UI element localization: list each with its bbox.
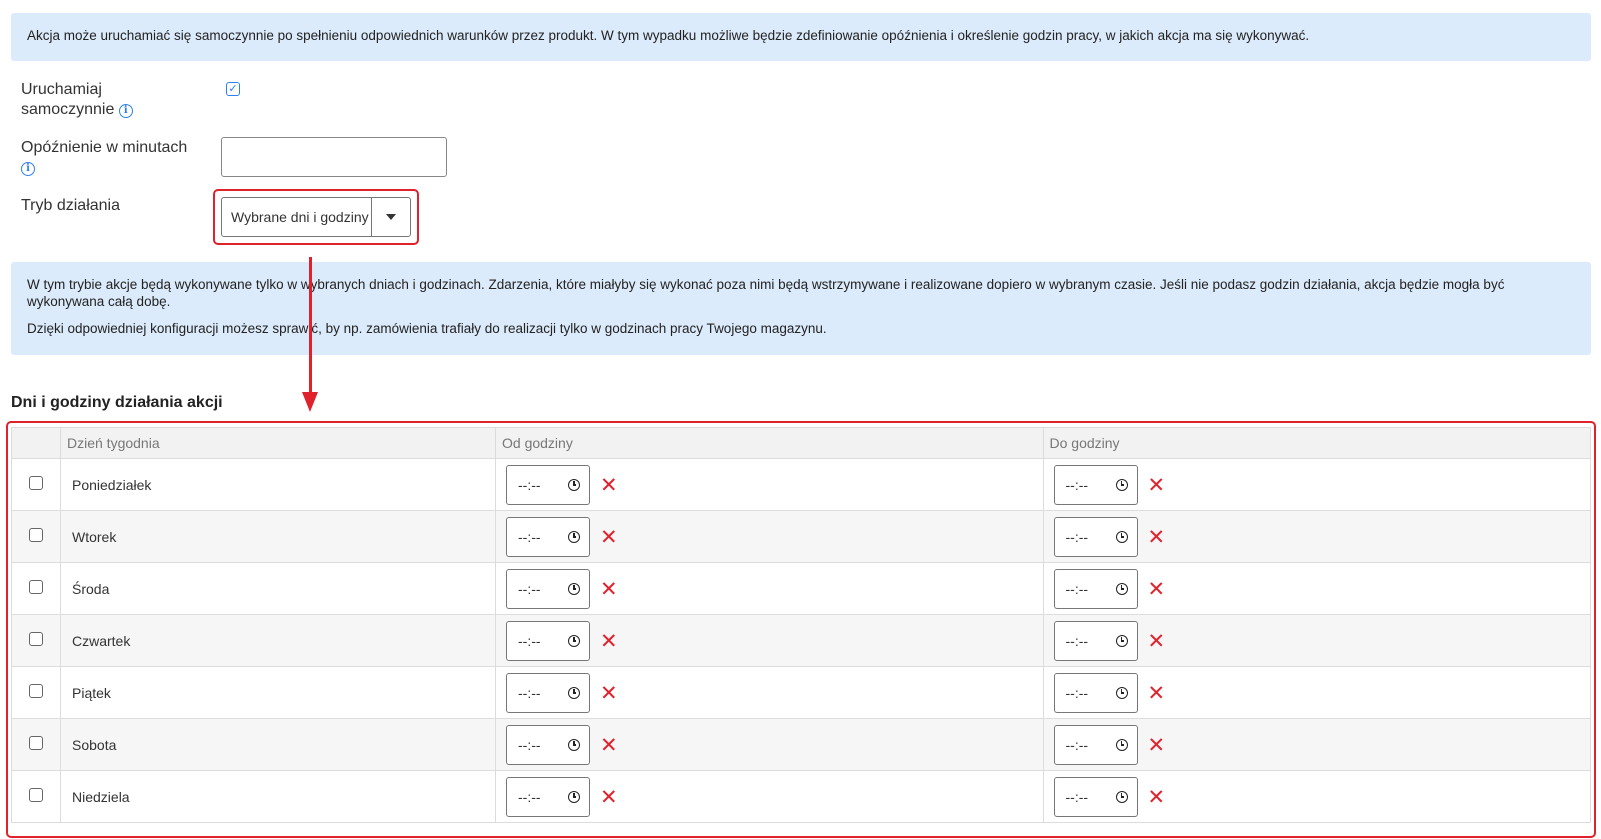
info-banner-mode: W tym trybie akcje będą wykonywane tylko… xyxy=(11,262,1591,355)
table-highlight-annotation xyxy=(6,421,1596,838)
annotation-arrow-line xyxy=(309,257,312,394)
delay-minutes-input[interactable] xyxy=(221,137,447,177)
info-mode-text-1: W tym trybie akcje będą wykonywane tylko… xyxy=(27,277,1505,309)
info-icon[interactable]: i xyxy=(118,104,133,118)
auto-run-label: Uruchamiaj samoczynnie i xyxy=(21,80,133,120)
section-title: Dni i godziny działania akcji xyxy=(11,394,223,411)
auto-run-label-line2: samoczynnie xyxy=(21,101,115,118)
auto-run-checkbox[interactable]: ✓ xyxy=(226,82,240,96)
auto-run-label-line1: Uruchamiaj xyxy=(21,81,102,98)
annotation-arrow-head xyxy=(302,392,318,412)
info-banner-auto: Akcja może uruchamiać się samoczynnie po… xyxy=(11,13,1591,61)
mode-label: Tryb działania xyxy=(21,197,121,214)
mode-dropdown[interactable]: Wybrane dni i godziny xyxy=(221,197,411,237)
mode-selected-value: Wybrane dni i godziny xyxy=(231,209,369,225)
delay-label: Opóźnienie w minutach i xyxy=(21,138,187,178)
info-banner-text: Akcja może uruchamiać się samoczynnie po… xyxy=(27,28,1310,43)
info-mode-text-2: Dzięki odpowiedniej konfiguracji możesz … xyxy=(27,321,827,336)
chevron-down-icon[interactable] xyxy=(371,198,410,236)
info-icon[interactable]: i xyxy=(21,162,35,176)
delay-label-text: Opóźnienie w minutach xyxy=(21,139,188,156)
